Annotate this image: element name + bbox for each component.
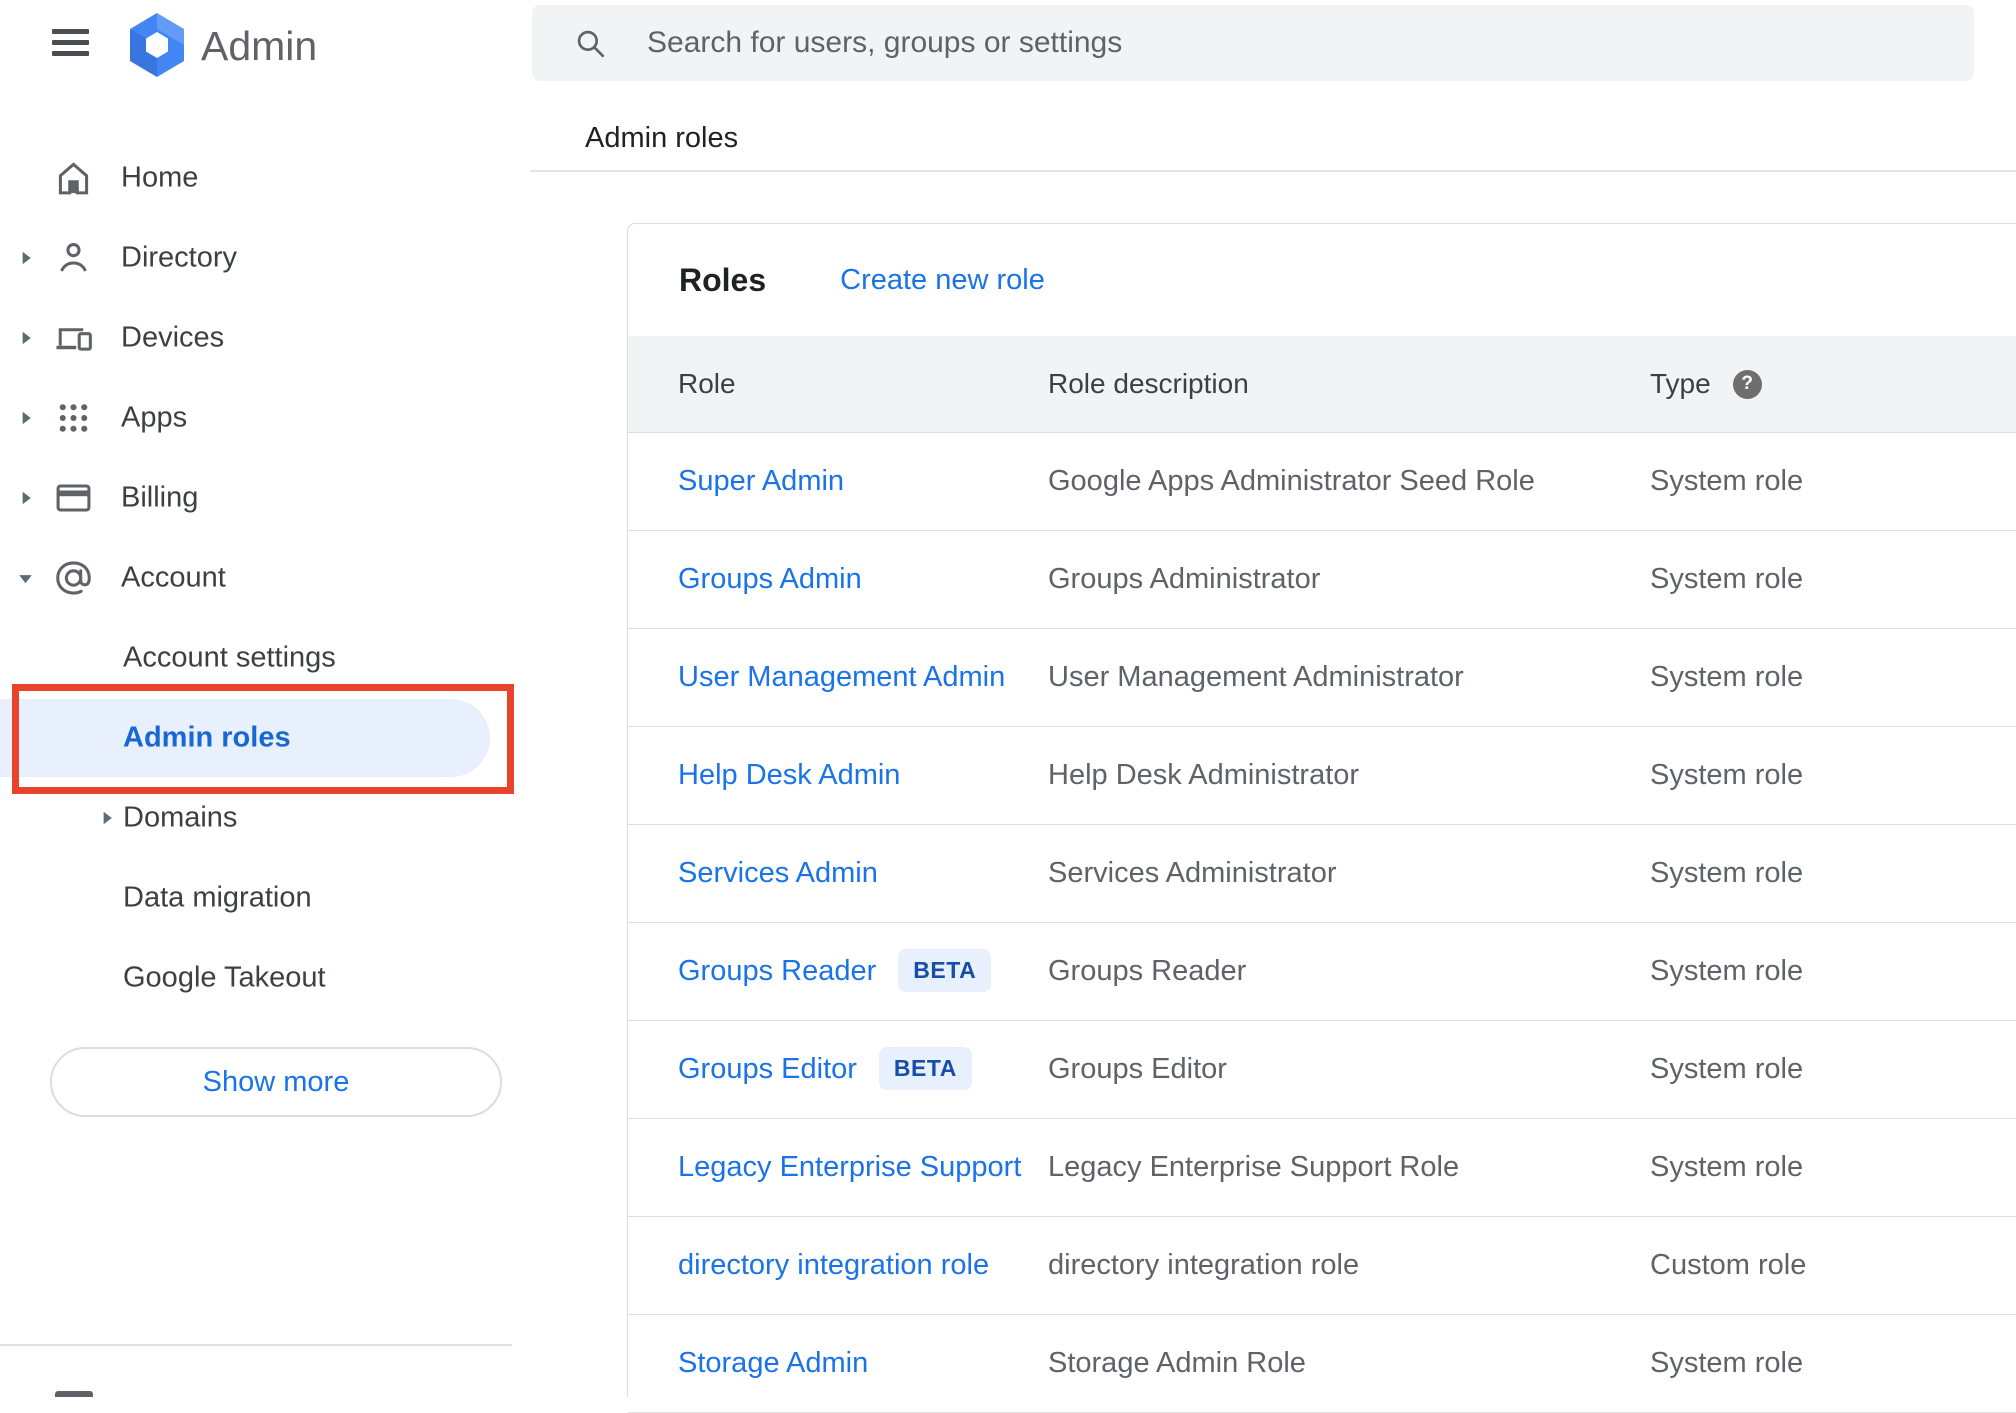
table-row: Groups Admin Groups Administrator System…	[628, 531, 2016, 629]
sidebar-item[interactable]: Account	[0, 538, 531, 618]
sidebar-item-label: Devices	[121, 321, 225, 354]
sidebar-item-icon	[52, 317, 95, 360]
sidebar-item[interactable]: Data migration	[0, 858, 531, 938]
table-row: User Management Admin User Management Ad…	[628, 629, 2016, 727]
search-input[interactable]	[532, 5, 1974, 81]
role-link[interactable]: Groups Editor	[678, 1053, 857, 1086]
caret-icon	[14, 247, 37, 270]
role-type: System role	[1650, 857, 1804, 889]
role-link[interactable]: User Management Admin	[678, 661, 1005, 694]
role-description: Groups Administrator	[1048, 563, 1321, 595]
caret-icon	[14, 487, 37, 510]
roles-card: Roles Create new role Role Role descript…	[627, 223, 2016, 1413]
sidebar-item-label: Domains	[123, 801, 238, 834]
role-link[interactable]: directory integration role	[678, 1249, 989, 1282]
table-header-row: Role Role description Type ?	[628, 336, 2016, 433]
role-description: Groups Reader	[1048, 955, 1247, 987]
role-type: System role	[1650, 955, 1804, 987]
page-title: Roles	[679, 261, 767, 298]
column-header-role: Role	[678, 368, 736, 399]
sidebar-item[interactable]: Account settings	[0, 618, 531, 698]
role-description: User Management Administrator	[1048, 661, 1464, 693]
role-description: Groups Editor	[1048, 1053, 1227, 1085]
sidebar-item[interactable]: Admin roles	[0, 684, 531, 794]
role-type: System role	[1650, 1151, 1804, 1183]
admin-logo-icon	[130, 13, 184, 77]
role-link[interactable]: Super Admin	[678, 465, 844, 498]
caret-icon	[95, 807, 118, 830]
roles-card-header: Roles Create new role	[628, 224, 2016, 336]
role-link[interactable]: Groups Reader	[678, 955, 876, 988]
menu-icon[interactable]	[52, 29, 89, 56]
table-row: Groups Editor BETA Groups Editor System …	[628, 1021, 2016, 1119]
sidebar-divider	[0, 1344, 512, 1346]
sidebar-item-icon	[52, 397, 95, 440]
role-description: directory integration role	[1048, 1249, 1360, 1281]
role-link[interactable]: Legacy Enterprise Support	[678, 1151, 1021, 1184]
sidebar-item-label: Billing	[121, 481, 199, 514]
product-name: Admin	[201, 23, 318, 69]
role-description: Legacy Enterprise Support Role	[1048, 1151, 1460, 1183]
sidebar: Admin Home Directory Devices Apps Billin…	[0, 0, 531, 1397]
sidebar-item-label: Home	[121, 161, 199, 194]
role-type: Custom role	[1650, 1249, 1807, 1281]
sidebar-item[interactable]: Domains	[0, 778, 531, 858]
column-header-role-description: Role description	[1048, 368, 1249, 399]
sidebar-item-icon	[52, 477, 95, 520]
table-body: Super Admin Google Apps Administrator Se…	[628, 433, 2016, 1413]
sidebar-item[interactable]: Google Takeout	[0, 938, 531, 1018]
sidebar-item[interactable]: Directory	[0, 218, 531, 298]
search-bar	[532, 5, 1974, 81]
role-description: Google Apps Administrator Seed Role	[1048, 465, 1535, 497]
sidebar-item-icon	[52, 557, 95, 600]
sidebar-item-label: Data migration	[123, 881, 312, 914]
caret-icon	[14, 567, 37, 590]
table-row: Storage Admin Storage Admin Role System …	[628, 1315, 2016, 1413]
sidebar-item-label: Admin roles	[123, 721, 291, 754]
sidebar-item-icon	[52, 237, 95, 280]
table-row: Services Admin Services Administrator Sy…	[628, 825, 2016, 923]
table-row: Groups Reader BETA Groups Reader System …	[628, 923, 2016, 1021]
role-description: Services Administrator	[1048, 857, 1337, 889]
sidebar-item[interactable]: Apps	[0, 378, 531, 458]
caret-icon	[14, 327, 37, 350]
role-link[interactable]: Groups Admin	[678, 563, 862, 596]
header-divider	[530, 170, 2016, 172]
role-type: System role	[1650, 661, 1804, 693]
beta-badge: BETA	[898, 949, 992, 992]
sidebar-item[interactable]: Home	[0, 138, 531, 218]
sidebar-item-label: Account	[121, 561, 226, 594]
sidebar-item[interactable]: Devices	[0, 298, 531, 378]
role-link[interactable]: Services Admin	[678, 857, 878, 890]
sidebar-item-label: Apps	[121, 401, 188, 434]
sidebar-item-label: Account settings	[123, 641, 336, 674]
sidebar-item-label: Directory	[121, 241, 238, 274]
role-description: Help Desk Administrator	[1048, 759, 1360, 791]
truncated-icon	[55, 1391, 93, 1397]
sidebar-item-icon	[52, 157, 95, 200]
column-header-type: Type ?	[1650, 368, 2016, 400]
role-type: System role	[1650, 465, 1804, 497]
role-link[interactable]: Help Desk Admin	[678, 759, 900, 792]
role-type: System role	[1650, 759, 1804, 791]
breadcrumb: Admin roles	[585, 122, 739, 154]
role-type: System role	[1650, 563, 1804, 595]
table-row: Help Desk Admin Help Desk Administrator …	[628, 727, 2016, 825]
role-description: Storage Admin Role	[1048, 1347, 1306, 1379]
role-type: System role	[1650, 1053, 1804, 1085]
help-icon[interactable]: ?	[1732, 369, 1762, 399]
sidebar-item[interactable]: Billing	[0, 458, 531, 538]
create-new-role-link[interactable]: Create new role	[840, 264, 1045, 297]
caret-icon	[14, 407, 37, 430]
table-row: Super Admin Google Apps Administrator Se…	[628, 433, 2016, 531]
sidebar-item-label: Google Takeout	[123, 961, 326, 994]
show-more-button[interactable]: Show more	[50, 1047, 502, 1117]
beta-badge: BETA	[878, 1047, 972, 1090]
role-link[interactable]: Storage Admin	[678, 1347, 868, 1380]
role-type: System role	[1650, 1347, 1804, 1379]
table-row: directory integration role directory int…	[628, 1217, 2016, 1315]
table-row: Legacy Enterprise Support Legacy Enterpr…	[628, 1119, 2016, 1217]
